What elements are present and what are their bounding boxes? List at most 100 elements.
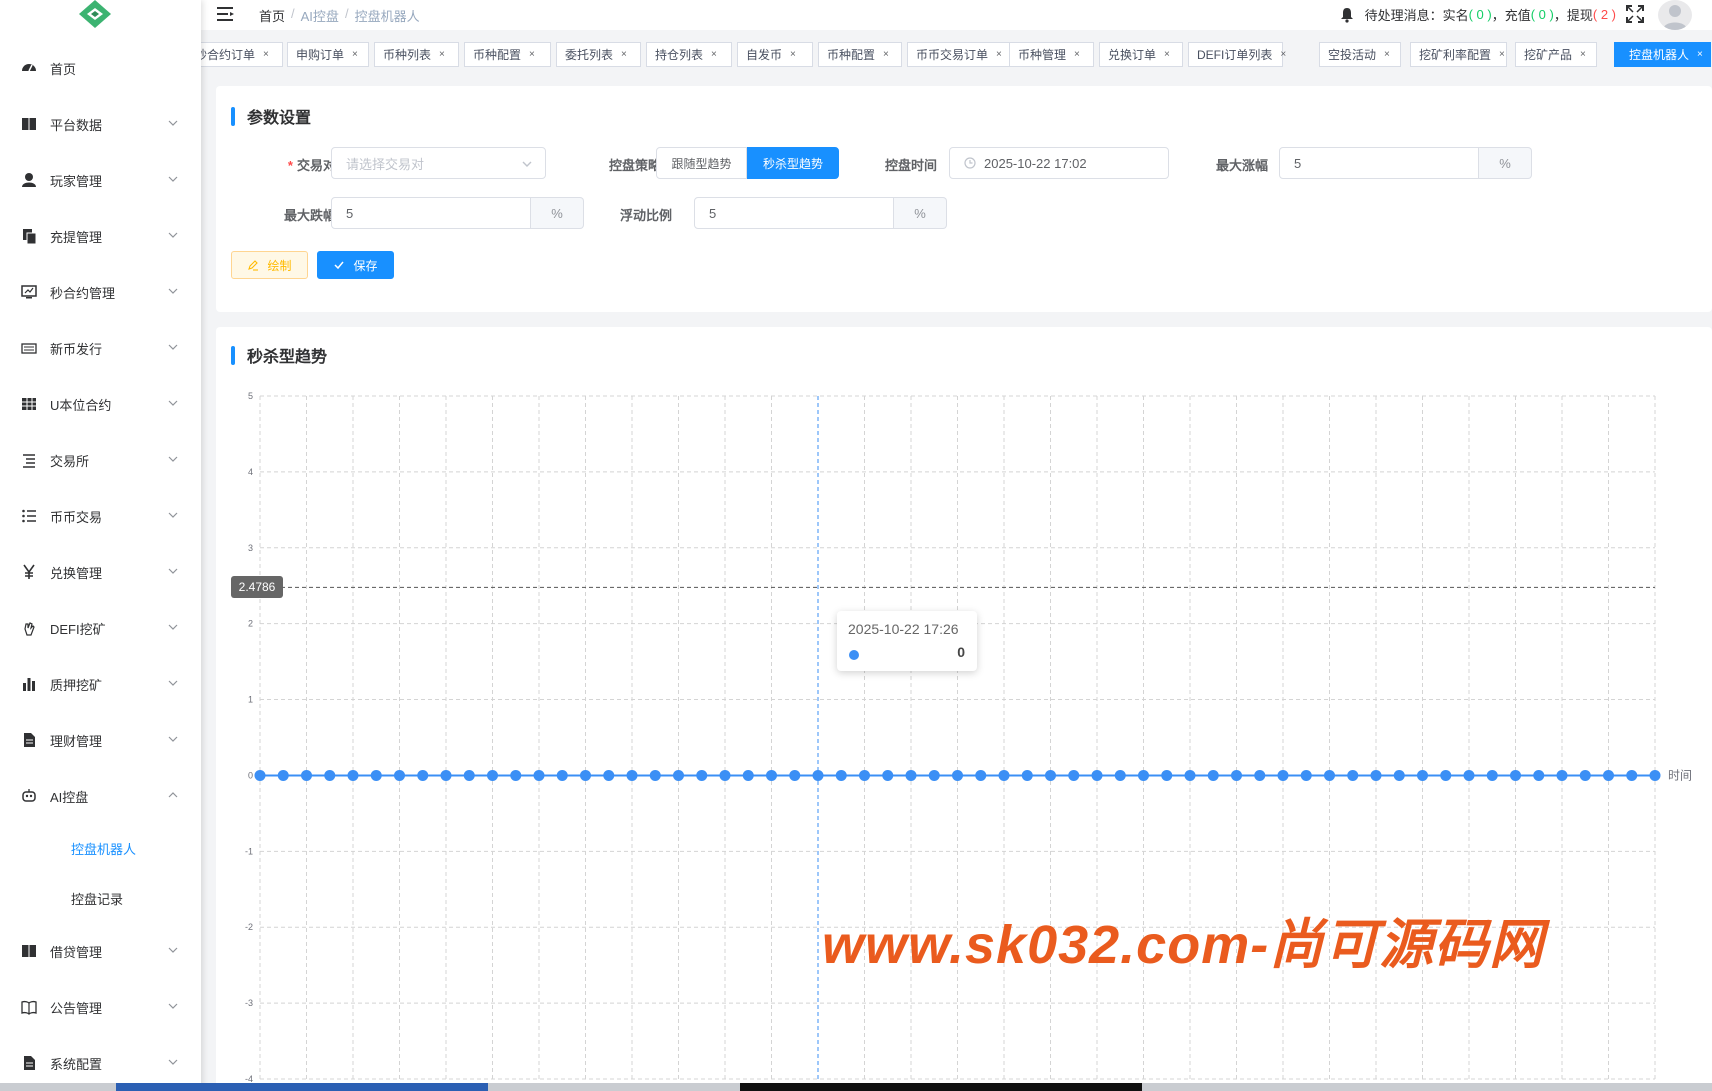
sidebar-item[interactable]: 交易所 <box>0 440 201 480</box>
fullscreen-icon[interactable] <box>1626 5 1644 23</box>
sidebar-item[interactable]: U本位合约 <box>0 384 201 424</box>
sidebar-item[interactable]: 玩家管理 <box>0 160 201 200</box>
float-label: 浮动比例 <box>619 208 672 223</box>
tag[interactable]: 持仓列表 × <box>646 42 732 67</box>
float-input[interactable]: 5 <box>694 197 894 229</box>
sidebar-item[interactable]: 充提管理 <box>0 216 201 256</box>
close-icon[interactable]: × <box>621 49 627 60</box>
real-name-count[interactable]: ( 0 ) <box>1469 7 1492 22</box>
sidebar-subitem[interactable]: 控盘记录 <box>0 878 201 918</box>
tag[interactable]: 申购订单 × <box>287 42 369 67</box>
sidebar-item-label: 新币发行 <box>50 341 103 357</box>
document-icon <box>20 1054 38 1072</box>
tag[interactable]: 兑换订单 × <box>1099 42 1183 67</box>
tag[interactable]: 币种配置 × <box>464 42 551 67</box>
chevron-up-icon <box>167 790 179 803</box>
close-icon[interactable]: × <box>1697 49 1703 60</box>
logo-icon <box>79 0 111 28</box>
sidebar-item[interactable]: 系统配置 <box>0 1043 201 1083</box>
close-icon[interactable]: × <box>996 49 1002 60</box>
sidebar: 首页平台数据玩家管理充提管理秒合约管理新币发行 U本位合约交易所币币交易兑换管理 D… <box>0 0 201 1091</box>
tag[interactable]: 币种列表 × <box>374 42 459 67</box>
max-rise-input[interactable]: 5 <box>1279 147 1479 179</box>
tag-label: 挖矿利率配置 <box>1419 48 1492 62</box>
close-icon[interactable]: × <box>1580 49 1586 60</box>
sidebar-item[interactable]: 理财管理 <box>0 720 201 760</box>
tag[interactable]: DEFI订单列表 × <box>1188 42 1286 67</box>
sidebar-item-label: 理财管理 <box>50 733 103 749</box>
tag[interactable]: 秒合约订单 × <box>201 42 283 67</box>
sidebar-item[interactable]: AI控盘 <box>0 776 201 816</box>
chevron-down-icon <box>167 454 179 467</box>
tag[interactable]: 币币交易订单 × <box>907 42 1014 67</box>
chevron-down-icon <box>167 566 179 579</box>
params-title-text: 参数设置 <box>247 110 312 127</box>
taskbar-app-2[interactable] <box>740 1083 1142 1091</box>
recharge-count[interactable]: ( 0 ) <box>1531 7 1554 22</box>
avatar[interactable] <box>1658 0 1692 30</box>
close-icon[interactable]: × <box>790 49 796 60</box>
user-icon <box>20 171 38 189</box>
close-icon[interactable]: × <box>1074 49 1080 60</box>
max-fall-percent: % <box>531 197 584 229</box>
time-picker[interactable]: 2025-10-22 17:02 <box>949 147 1169 179</box>
sidebar-subitem-label: 控盘机器人 <box>71 841 137 857</box>
sidebar-item[interactable]: DEFI挖矿 <box>0 608 201 648</box>
dashboard-icon <box>20 59 38 77</box>
tag-active[interactable]: 控盘机器人 × <box>1614 42 1711 67</box>
withdraw-count[interactable]: ( 2 ) <box>1593 7 1616 22</box>
sidebar-subitem[interactable]: 控盘机器人 <box>0 828 201 868</box>
save-button[interactable]: 保存 <box>317 251 394 279</box>
tooltip-series-marker <box>849 650 859 660</box>
tag[interactable]: 币种管理 × <box>1009 42 1094 67</box>
draw-button[interactable]: 绘制 <box>231 251 308 279</box>
tag[interactable]: 币种配置 × <box>818 42 902 67</box>
save-button-label: 保存 <box>353 258 378 273</box>
close-icon[interactable]: × <box>1280 49 1286 60</box>
tag[interactable]: 自发币 × <box>737 42 813 67</box>
sidebar-item-label: 秒合约管理 <box>50 285 116 301</box>
max-fall-input[interactable]: 5 <box>331 197 531 229</box>
tooltip-value: 0 <box>957 644 965 660</box>
close-icon[interactable]: × <box>883 49 889 60</box>
pair-select[interactable]: 请选择交易对 <box>331 147 546 179</box>
tag[interactable]: 挖矿产品 × <box>1515 42 1597 67</box>
sidebar-item[interactable]: 兑换管理 <box>0 552 201 592</box>
breadcrumb-ai-control[interactable]: AI控盘 <box>301 6 339 25</box>
close-icon[interactable]: × <box>1499 49 1505 60</box>
sidebar-item[interactable]: 公告管理 <box>0 987 201 1027</box>
tag-label: 自发币 <box>746 48 783 62</box>
tag[interactable]: 空投活动 × <box>1319 42 1401 67</box>
strategy-follow-option[interactable]: 跟随型趋势 <box>656 147 747 179</box>
taskbar-app-1[interactable] <box>116 1083 488 1091</box>
close-icon[interactable]: × <box>529 49 535 60</box>
sidebar-item[interactable]: 借贷管理 <box>0 931 201 971</box>
open-book-icon <box>20 998 38 1016</box>
strategy-spike-option[interactable]: 秒杀型趋势 <box>747 147 839 179</box>
tag-label: 委托列表 <box>565 48 614 62</box>
close-icon[interactable]: × <box>1384 49 1390 60</box>
close-icon[interactable]: × <box>1164 49 1170 60</box>
sidebar-item[interactable]: 币币交易 <box>0 496 201 536</box>
tag[interactable]: 委托列表 × <box>556 42 641 67</box>
tag[interactable]: 挖矿利率配置 × <box>1410 42 1507 67</box>
close-icon[interactable]: × <box>711 49 717 60</box>
bar-chart-icon <box>20 675 38 693</box>
sidebar-item[interactable]: 质押挖矿 <box>0 664 201 704</box>
bell-icon[interactable] <box>1339 7 1355 23</box>
close-icon[interactable]: × <box>439 49 445 60</box>
sidebar-item-label: 币币交易 <box>50 509 103 525</box>
chevron-down-icon <box>167 1057 179 1070</box>
sidebar-item[interactable]: 首页 <box>0 48 201 88</box>
sidebar-item-label: 充提管理 <box>50 229 103 245</box>
close-icon[interactable]: × <box>352 49 358 60</box>
breadcrumb-home[interactable]: 首页 <box>259 6 285 25</box>
chart-title-text: 秒杀型趋势 <box>247 349 328 366</box>
close-icon[interactable]: × <box>263 49 269 60</box>
sidebar-item[interactable]: 平台数据 <box>0 104 201 144</box>
sidebar-item[interactable]: 新币发行 <box>0 328 201 368</box>
sidebar-item[interactable]: 秒合约管理 <box>0 272 201 312</box>
hamburger-icon[interactable] <box>217 5 235 23</box>
chevron-down-icon <box>167 398 179 411</box>
table-icon <box>20 395 38 413</box>
